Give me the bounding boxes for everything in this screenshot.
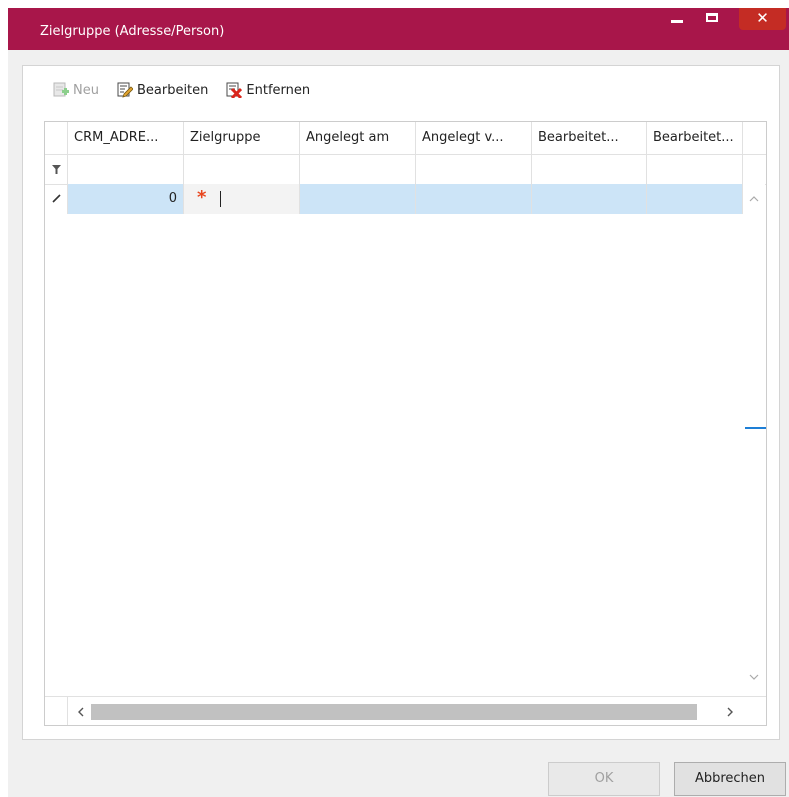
filter-cell-bearbeitet-von[interactable] (647, 154, 743, 184)
minimize-icon (671, 20, 683, 23)
column-header-bearbeitet-am[interactable]: Bearbeitet... (532, 122, 647, 154)
text-caret (220, 191, 221, 207)
filter-row (45, 154, 766, 185)
maximize-button[interactable] (700, 8, 726, 30)
cell-zielgruppe-editor[interactable]: * (184, 184, 300, 214)
maximize-icon (706, 13, 718, 22)
horizontal-scrollbar[interactable] (45, 696, 766, 725)
table-row[interactable]: 0 * (45, 184, 743, 214)
remove-button[interactable]: Entfernen (226, 82, 311, 100)
ok-button[interactable]: OK (548, 762, 660, 796)
row-header-corner (45, 122, 68, 154)
scroll-down-icon[interactable] (749, 674, 759, 681)
scroll-right-icon[interactable] (727, 707, 734, 717)
filter-cell-angelegt-von[interactable] (416, 154, 532, 184)
pencil-icon (52, 194, 61, 203)
filter-cell-angelegt-am[interactable] (300, 154, 416, 184)
grid-header: CRM_ADRE... Zielgruppe Angelegt am Angel… (45, 122, 766, 155)
edit-icon (117, 82, 134, 98)
cell-angelegt-von[interactable] (416, 184, 532, 214)
cell-crm-adresse[interactable]: 0 (68, 184, 184, 214)
vertical-scrollbar[interactable] (743, 184, 766, 696)
column-header-angelegt-von[interactable]: Angelegt v... (416, 122, 532, 154)
scroll-corner (45, 697, 68, 725)
add-icon (53, 82, 69, 98)
delete-icon (226, 82, 243, 100)
column-header-angelegt-am[interactable]: Angelegt am (300, 122, 416, 154)
scroll-left-icon[interactable] (77, 707, 84, 717)
scroll-up-icon[interactable] (749, 195, 759, 202)
title-bar[interactable]: Zielgruppe (Adresse/Person) (8, 8, 789, 50)
cell-angelegt-am[interactable] (300, 184, 416, 214)
new-label: Neu (73, 82, 99, 98)
cancel-button[interactable]: Abbrechen (674, 762, 786, 796)
dialog-window: Zielgruppe (Adresse/Person) N (8, 8, 789, 797)
cell-bearbeitet-am[interactable] (532, 184, 647, 214)
remove-label: Entfernen (246, 82, 311, 98)
scroll-thumb-indicator[interactable] (745, 427, 766, 429)
content-panel: Neu Bearbeiten Entfernen CRM_ADRE... Zie… (22, 65, 780, 740)
row-header[interactable] (45, 184, 68, 214)
edit-button[interactable]: Bearbeiten (117, 82, 208, 98)
edit-label: Bearbeiten (136, 82, 209, 98)
column-header-bearbeitet-von[interactable]: Bearbeitet... (647, 122, 743, 154)
window-title: Zielgruppe (Adresse/Person) (40, 24, 225, 39)
toolbar: Neu Bearbeiten Entfernen (53, 79, 328, 101)
minimize-button[interactable] (663, 8, 689, 30)
filter-icon (52, 165, 61, 174)
cell-bearbeitet-von[interactable] (647, 184, 743, 214)
required-marker: * (197, 187, 207, 208)
data-grid: CRM_ADRE... Zielgruppe Angelegt am Angel… (44, 121, 767, 726)
filter-row-header (45, 154, 68, 184)
filter-cell-bearbeitet-am[interactable] (532, 154, 647, 184)
filter-cell-zielgruppe[interactable] (184, 154, 300, 184)
column-header-zielgruppe[interactable]: Zielgruppe (184, 122, 300, 154)
close-button[interactable] (739, 8, 786, 30)
new-button[interactable]: Neu (53, 82, 99, 98)
horizontal-scroll-thumb[interactable] (91, 704, 697, 720)
column-header-crm-adresse[interactable]: CRM_ADRE... (68, 122, 184, 154)
filter-cell-crm-adresse[interactable] (68, 154, 184, 184)
